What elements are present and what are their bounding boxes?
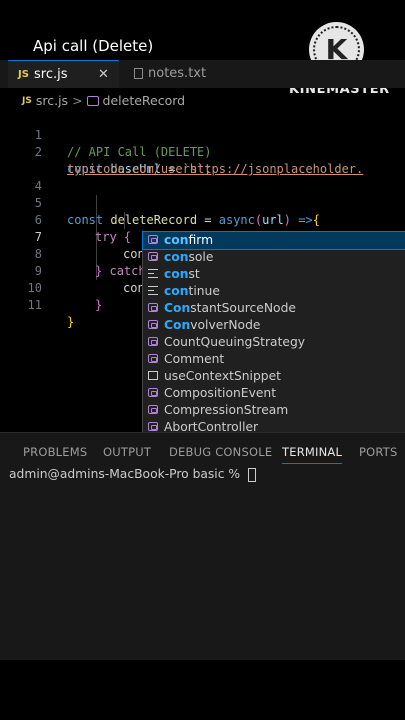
method-icon: [148, 354, 158, 363]
snippet-icon: [148, 371, 158, 380]
suggestion-match: Con: [164, 318, 191, 332]
suggestion-label: sole: [188, 250, 214, 264]
js-file-icon: JS: [18, 69, 29, 80]
tab-notes-txt[interactable]: notes.txt: [124, 60, 232, 88]
terminal-prompt[interactable]: admin@admins-MacBook-Pro basic %: [9, 467, 256, 482]
video-title: Api call (Delete): [33, 37, 154, 55]
line-number: 11: [27, 298, 42, 312]
suggestion-match: con: [164, 233, 189, 247]
suggestion-item[interactable]: Comment: [143, 351, 405, 368]
suggestion-item[interactable]: CompressionStream: [143, 402, 405, 419]
js-file-icon: JS: [22, 95, 32, 106]
suggestion-item[interactable]: ConstantSourceNode: [143, 300, 405, 317]
tab-output[interactable]: OUTPUT: [103, 441, 151, 463]
code-line: 6 try {: [0, 195, 405, 244]
code-bracket: }: [95, 298, 103, 312]
tab-debug-console[interactable]: DEBUG CONSOLE: [169, 441, 272, 463]
keyword-icon: [148, 286, 158, 295]
suggestion-label: firm: [188, 233, 214, 247]
suggestion-item[interactable]: useContextSnippet: [143, 368, 405, 385]
suggestion-item[interactable]: CountQueuingStrategy: [143, 334, 405, 351]
editor-tab-bar: JS src.js ✕ notes.txt: [0, 60, 405, 88]
tab-ports[interactable]: PORTS: [359, 441, 397, 463]
terminal-cursor: [248, 467, 256, 482]
suggestion-item[interactable]: console: [143, 249, 405, 266]
method-icon: [86, 95, 99, 106]
tab-problems[interactable]: PROBLEMS: [23, 441, 87, 463]
code-line: 1 // API Call (DELETE): [0, 110, 405, 159]
close-icon[interactable]: ✕: [98, 61, 109, 89]
method-icon: [148, 303, 158, 312]
method-icon: [148, 235, 158, 244]
method-icon: [148, 337, 158, 346]
method-icon: [148, 320, 158, 329]
text-file-icon: [134, 68, 143, 79]
method-icon: [148, 405, 158, 414]
suggestion-match: con: [164, 267, 189, 281]
code-line-active: 7 con: [0, 212, 405, 262]
suggestion-label: CountQueuingStrategy: [164, 335, 306, 349]
breadcrumb-file[interactable]: src.js: [36, 93, 68, 108]
suggestion-label: tinue: [188, 284, 220, 298]
method-icon: [148, 422, 158, 431]
tab-src-js[interactable]: JS src.js ✕: [8, 60, 119, 88]
code-line: 4: [0, 161, 405, 193]
breadcrumb-symbol[interactable]: deleteRecord: [103, 93, 186, 108]
bottom-panel: PROBLEMS OUTPUT DEBUG CONSOLE TERMINAL P…: [0, 432, 405, 661]
keyword-icon: [148, 269, 158, 278]
code-line-wrapped: typicode.com/users`;: [0, 144, 405, 176]
suggestion-label: CompressionStream: [164, 403, 289, 417]
code-line: 2 const baseUrl = `https://jsonplacehold…: [0, 127, 405, 176]
method-icon: [148, 252, 158, 261]
suggestion-label: useContextSnippet: [164, 369, 281, 383]
suggestion-match: con: [164, 250, 189, 264]
video-letterbox: [0, 660, 405, 720]
terminal-prompt-text: admin@admins-MacBook-Pro basic %: [9, 467, 244, 481]
code-line: 5 const deleteRecord = async(url) =>{: [0, 178, 405, 227]
suggestion-match: Con: [164, 301, 191, 315]
suggestion-item[interactable]: ConvolverNode: [143, 317, 405, 334]
chevron-right-icon: >: [72, 93, 83, 108]
autocomplete-suggestions: confirm console const continue ConstantS…: [142, 231, 405, 438]
tab-label: notes.txt: [148, 66, 207, 81]
tab-terminal[interactable]: TERMINAL: [282, 441, 343, 464]
suggestion-item[interactable]: continue: [143, 283, 405, 300]
suggestion-label: st: [188, 267, 200, 281]
suggestion-label: CompositionEvent: [164, 386, 277, 400]
suggestion-label: volverNode: [190, 318, 261, 332]
suggestion-item[interactable]: const: [143, 266, 405, 283]
suggestion-label: stantSourceNode: [190, 301, 296, 315]
suggestion-item[interactable]: CompositionEvent: [143, 385, 405, 402]
tab-label: src.js: [34, 67, 68, 82]
suggestion-match: con: [164, 284, 189, 298]
breadcrumb: JS src.js > deleteRecord: [22, 92, 185, 110]
suggestion-item[interactable]: confirm: [142, 231, 405, 250]
method-icon: [148, 388, 158, 397]
suggestion-label: Comment: [164, 352, 225, 366]
code-bracket: }: [67, 315, 75, 329]
